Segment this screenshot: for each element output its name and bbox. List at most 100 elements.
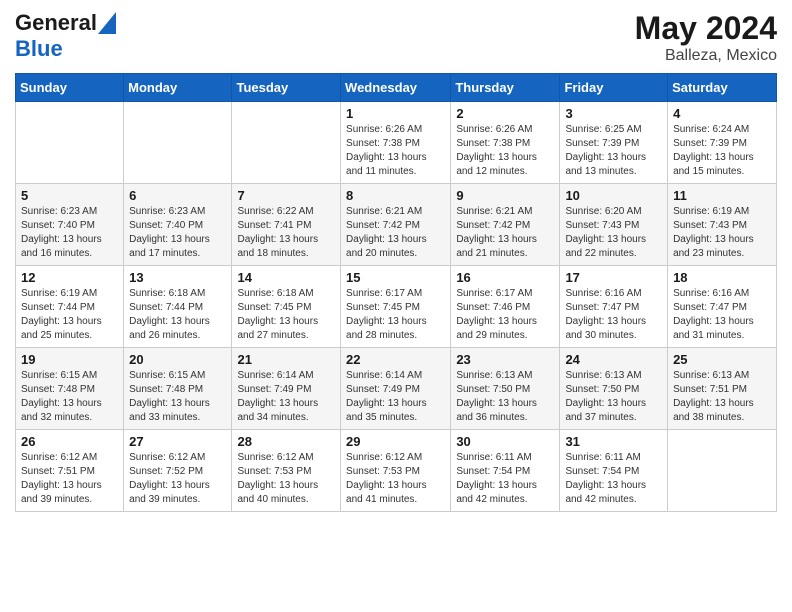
logo: General Blue: [15, 10, 116, 62]
day-number: 21: [237, 352, 335, 367]
day-number: 11: [673, 188, 771, 203]
day-info: Sunrise: 6:14 AM Sunset: 7:49 PM Dayligh…: [237, 369, 335, 425]
header: General Blue May 2024 Balleza, Mexico: [15, 10, 777, 65]
day-number: 15: [346, 270, 445, 285]
calendar-week-row: 26 Sunrise: 6:12 AM Sunset: 7:51 PM Dayli…: [16, 430, 777, 512]
day-info: Sunrise: 6:11 AM Sunset: 7:54 PM Dayligh…: [456, 451, 554, 507]
calendar-cell: 20Sunrise: 6:15 AM Sunset: 7:48 PM Dayli…: [124, 348, 232, 430]
calendar-cell: 31 Sunrise: 6:11 AM Sunset: 7:54 PM Dayli…: [560, 430, 668, 512]
weekday-header: Sunday: [16, 74, 124, 102]
weekday-header: Wednesday: [341, 74, 451, 102]
calendar-week-row: 12Sunrise: 6:19 AM Sunset: 7:44 PM Dayli…: [16, 266, 777, 348]
day-number: 27: [129, 434, 226, 449]
day-info: Sunrise: 6:16 AM Sunset: 7:47 PM Dayligh…: [565, 287, 662, 343]
weekday-header: Saturday: [668, 74, 777, 102]
calendar-cell: 19Sunrise: 6:15 AM Sunset: 7:48 PM Dayli…: [16, 348, 124, 430]
calendar-location: Balleza, Mexico: [635, 47, 777, 65]
day-number: 10: [565, 188, 662, 203]
calendar-cell: 14Sunrise: 6:18 AM Sunset: 7:45 PM Dayli…: [232, 266, 341, 348]
calendar-cell: 15Sunrise: 6:17 AM Sunset: 7:45 PM Dayli…: [341, 266, 451, 348]
day-number: 13: [129, 270, 226, 285]
calendar-cell: [124, 102, 232, 184]
calendar-cell: 4 Sunrise: 6:24 AM Sunset: 7:39 PM Daylig…: [668, 102, 777, 184]
calendar-cell: [16, 102, 124, 184]
day-info: Sunrise: 6:12 AM Sunset: 7:53 PM Dayligh…: [346, 451, 445, 507]
calendar-week-row: 5Sunrise: 6:23 AM Sunset: 7:40 PM Daylig…: [16, 184, 777, 266]
calendar-cell: 18Sunrise: 6:16 AM Sunset: 7:47 PM Dayli…: [668, 266, 777, 348]
calendar-cell: 3 Sunrise: 6:25 AM Sunset: 7:39 PM Daylig…: [560, 102, 668, 184]
day-info: Sunrise: 6:21 AM Sunset: 7:42 PM Dayligh…: [456, 205, 554, 261]
calendar-cell: 30 Sunrise: 6:11 AM Sunset: 7:54 PM Dayli…: [451, 430, 560, 512]
calendar-table: SundayMondayTuesdayWednesdayThursdayFrid…: [15, 73, 777, 512]
day-number: 9: [456, 188, 554, 203]
calendar-cell: 5Sunrise: 6:23 AM Sunset: 7:40 PM Daylig…: [16, 184, 124, 266]
calendar-cell: 2 Sunrise: 6:26 AM Sunset: 7:38 PM Daylig…: [451, 102, 560, 184]
calendar-cell: 10 Sunrise: 6:20 AM Sunset: 7:43 PM Dayli…: [560, 184, 668, 266]
calendar-cell: 9 Sunrise: 6:21 AM Sunset: 7:42 PM Daylig…: [451, 184, 560, 266]
day-info: Sunrise: 6:19 AM Sunset: 7:43 PM Dayligh…: [673, 205, 771, 261]
calendar-cell: 17Sunrise: 6:16 AM Sunset: 7:47 PM Dayli…: [560, 266, 668, 348]
weekday-header: Thursday: [451, 74, 560, 102]
day-info: Sunrise: 6:21 AM Sunset: 7:42 PM Dayligh…: [346, 205, 445, 261]
title-block: May 2024 Balleza, Mexico: [635, 10, 777, 65]
calendar-cell: 11 Sunrise: 6:19 AM Sunset: 7:43 PM Dayli…: [668, 184, 777, 266]
day-number: 30: [456, 434, 554, 449]
calendar-cell: 6 Sunrise: 6:23 AM Sunset: 7:40 PM Daylig…: [124, 184, 232, 266]
day-number: 29: [346, 434, 445, 449]
calendar-cell: 23 Sunrise: 6:13 AM Sunset: 7:50 PM Dayli…: [451, 348, 560, 430]
calendar-cell: 1Sunrise: 6:26 AM Sunset: 7:38 PM Daylig…: [341, 102, 451, 184]
day-info: Sunrise: 6:14 AM Sunset: 7:49 PM Dayligh…: [346, 369, 445, 425]
calendar-cell: 24 Sunrise: 6:13 AM Sunset: 7:50 PM Dayli…: [560, 348, 668, 430]
day-info: Sunrise: 6:25 AM Sunset: 7:39 PM Dayligh…: [565, 123, 662, 179]
day-number: 3: [565, 106, 662, 121]
day-info: Sunrise: 6:22 AM Sunset: 7:41 PM Dayligh…: [237, 205, 335, 261]
day-number: 24: [565, 352, 662, 367]
day-number: 4: [673, 106, 771, 121]
day-info: Sunrise: 6:13 AM Sunset: 7:50 PM Dayligh…: [565, 369, 662, 425]
calendar-cell: 26 Sunrise: 6:12 AM Sunset: 7:51 PM Dayli…: [16, 430, 124, 512]
calendar-cell: 29 Sunrise: 6:12 AM Sunset: 7:53 PM Dayli…: [341, 430, 451, 512]
weekday-header: Tuesday: [232, 74, 341, 102]
calendar-cell: [668, 430, 777, 512]
day-info: Sunrise: 6:12 AM Sunset: 7:52 PM Dayligh…: [129, 451, 226, 507]
day-info: Sunrise: 6:23 AM Sunset: 7:40 PM Dayligh…: [21, 205, 118, 261]
calendar-week-row: 1 Sunrise: 6:26 AM Sunset: 7:38 PM Daylig…: [16, 102, 777, 184]
calendar-title: May 2024: [635, 10, 777, 47]
calendar-cell: 7 Sunrise: 6:22 AM Sunset: 7:41 PM Daylig…: [232, 184, 341, 266]
day-info: Sunrise: 6:13 AM Sunset: 7:50 PM Dayligh…: [456, 369, 554, 425]
day-number: 7: [237, 188, 335, 203]
day-info: Sunrise: 6:11 AM Sunset: 7:54 PM Dayligh…: [565, 451, 662, 507]
day-info: Sunrise: 6:20 AM Sunset: 7:43 PM Dayligh…: [565, 205, 662, 261]
day-number: 14: [237, 270, 335, 285]
day-number: 25: [673, 352, 771, 367]
calendar-cell: 8 Sunrise: 6:21 AM Sunset: 7:42 PM Daylig…: [341, 184, 451, 266]
day-number: 1: [346, 106, 445, 121]
day-number: 19: [21, 352, 118, 367]
day-number: 8: [346, 188, 445, 203]
calendar-cell: 25Sunrise: 6:13 AM Sunset: 7:51 PM Dayli…: [668, 348, 777, 430]
day-number: 23: [456, 352, 554, 367]
calendar-cell: 16Sunrise: 6:17 AM Sunset: 7:46 PM Dayli…: [451, 266, 560, 348]
calendar-cell: 27 Sunrise: 6:12 AM Sunset: 7:52 PM Dayli…: [124, 430, 232, 512]
calendar-cell: 13Sunrise: 6:18 AM Sunset: 7:44 PM Dayli…: [124, 266, 232, 348]
day-number: 20: [129, 352, 226, 367]
weekday-header-row: SundayMondayTuesdayWednesdayThursdayFrid…: [16, 74, 777, 102]
day-info: Sunrise: 6:23 AM Sunset: 7:40 PM Dayligh…: [129, 205, 226, 261]
day-number: 28: [237, 434, 335, 449]
calendar-week-row: 19Sunrise: 6:15 AM Sunset: 7:48 PM Dayli…: [16, 348, 777, 430]
day-number: 6: [129, 188, 226, 203]
calendar-cell: [232, 102, 341, 184]
page: General Blue May 2024 Balleza, Mexico Su…: [0, 0, 792, 527]
day-info: Sunrise: 6:12 AM Sunset: 7:51 PM Dayligh…: [21, 451, 118, 507]
day-info: Sunrise: 6:26 AM Sunset: 7:38 PM Dayligh…: [456, 123, 554, 179]
calendar-cell: 21 Sunrise: 6:14 AM Sunset: 7:49 PM Dayli…: [232, 348, 341, 430]
day-number: 16: [456, 270, 554, 285]
day-number: 12: [21, 270, 118, 285]
logo-general: General: [15, 10, 97, 36]
day-number: 31: [565, 434, 662, 449]
day-number: 2: [456, 106, 554, 121]
day-number: 22: [346, 352, 445, 367]
weekday-header: Friday: [560, 74, 668, 102]
day-info: Sunrise: 6:24 AM Sunset: 7:39 PM Dayligh…: [673, 123, 771, 179]
day-number: 26: [21, 434, 118, 449]
